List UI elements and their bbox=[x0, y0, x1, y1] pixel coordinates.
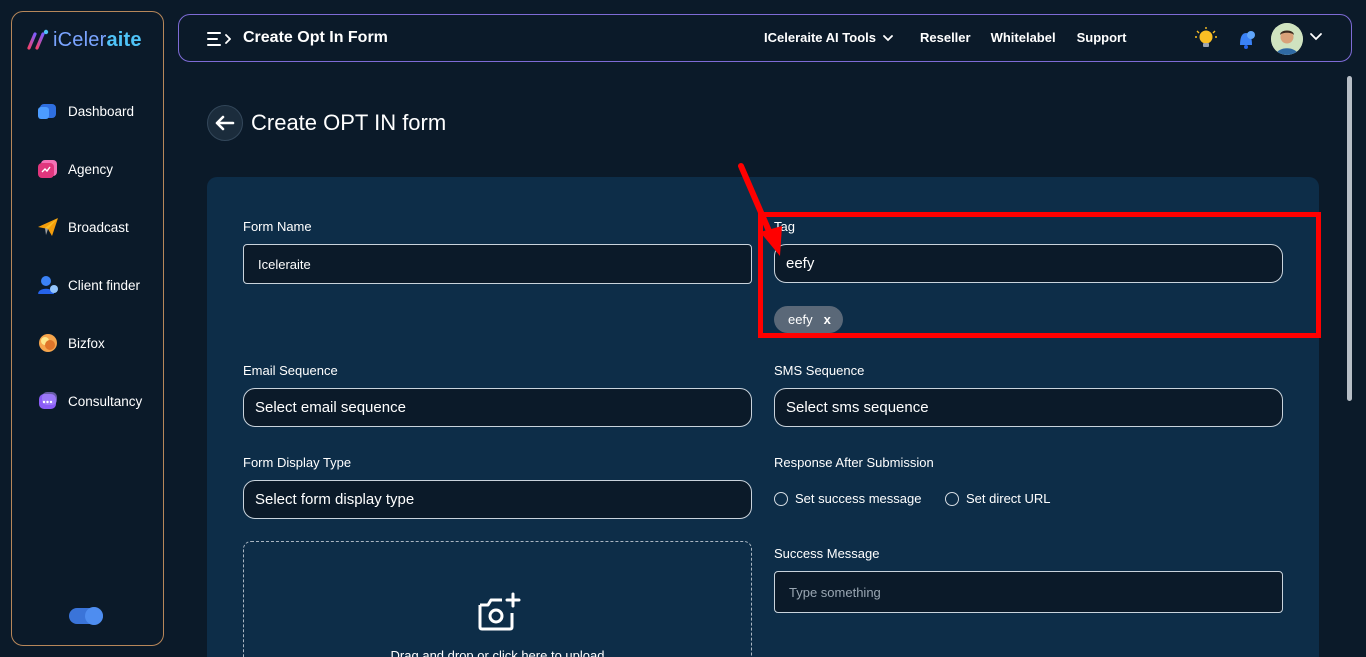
arrow-left-icon bbox=[215, 115, 235, 131]
display-type-select[interactable]: Select form display type bbox=[243, 480, 752, 519]
sidebar-item-client-finder[interactable]: Client finder bbox=[12, 256, 163, 314]
success-message-input[interactable]: Type something bbox=[774, 571, 1283, 613]
display-type-label: Form Display Type bbox=[243, 455, 352, 470]
theme-toggle[interactable] bbox=[69, 607, 103, 625]
form-name-label: Form Name bbox=[243, 219, 312, 234]
bizfox-icon bbox=[39, 334, 57, 352]
user-avatar[interactable] bbox=[1271, 23, 1303, 55]
topbar: Create Opt In Form ICeleraite AI Tools R… bbox=[178, 14, 1352, 62]
radio-direct-url[interactable]: Set direct URL bbox=[945, 491, 1051, 506]
email-sequence-label: Email Sequence bbox=[243, 363, 338, 378]
sms-sequence-label: SMS Sequence bbox=[774, 363, 865, 378]
sidebar-item-agency[interactable]: Agency bbox=[12, 140, 163, 198]
sidebar-item-label: Bizfox bbox=[68, 335, 105, 351]
sidebar-item-label: Consultancy bbox=[68, 393, 143, 409]
radio-label: Set success message bbox=[795, 491, 922, 506]
brand-name-part1: iCeler bbox=[53, 28, 107, 51]
agency-icon bbox=[38, 160, 57, 178]
radio-label: Set direct URL bbox=[966, 491, 1051, 506]
top-nav-label: Support bbox=[1076, 30, 1127, 45]
form-name-input[interactable]: Iceleraite bbox=[243, 244, 752, 284]
page-scrollbar[interactable] bbox=[1347, 76, 1352, 401]
radio-circle[interactable] bbox=[945, 491, 959, 506]
radio-success-message[interactable]: Set success message bbox=[774, 491, 921, 506]
radio-circle[interactable] bbox=[774, 491, 788, 506]
sidebar-item-label: Agency bbox=[68, 161, 114, 177]
page-title: Create OPT IN form bbox=[251, 110, 447, 135]
top-nav-label: Whitelabel bbox=[990, 30, 1056, 45]
sms-sequence-select[interactable]: Select sms sequence bbox=[774, 388, 1283, 427]
logo-icon bbox=[27, 29, 49, 50]
annotation-arrow-icon bbox=[738, 163, 782, 256]
top-nav-ai-tools[interactable]: ICeleraite AI Tools bbox=[764, 30, 894, 45]
email-sequence-select[interactable]: Select email sequence bbox=[243, 388, 752, 427]
app: iCeleraite Dashboard Agency Broadcast Cl… bbox=[0, 0, 1366, 657]
sidebar-item-label: Broadcast bbox=[68, 219, 129, 235]
sidebar-item-broadcast[interactable]: Broadcast bbox=[12, 198, 163, 256]
annotation-highlight-box bbox=[758, 212, 1321, 338]
sidebar-item-label: Dashboard bbox=[68, 103, 135, 119]
sidebar-item-dashboard[interactable]: Dashboard bbox=[12, 82, 163, 140]
brand-logo[interactable]: iCeleraite bbox=[26, 28, 142, 52]
response-label: Response After Submission bbox=[774, 455, 934, 470]
top-nav-label: ICeleraite AI Tools bbox=[764, 30, 876, 45]
avatar-person-icon bbox=[1271, 23, 1303, 55]
menu-collapse-icon[interactable] bbox=[207, 31, 231, 47]
top-nav: ICeleraite AI Tools Reseller Whitelabel … bbox=[764, 30, 1126, 45]
client-finder-icon bbox=[38, 276, 58, 294]
consultancy-icon bbox=[39, 392, 57, 409]
top-nav-whitelabel[interactable]: Whitelabel bbox=[991, 30, 1056, 45]
image-upload-dropzone[interactable]: Drag and drop or click here to upload bbox=[243, 541, 752, 657]
sidebar-nav: Dashboard Agency Broadcast Client finder… bbox=[12, 82, 163, 430]
broadcast-icon bbox=[38, 218, 58, 236]
add-photo-icon bbox=[478, 592, 521, 631]
brand-name: iCeleraite bbox=[53, 29, 142, 52]
topbar-title: Create Opt In Form bbox=[243, 29, 388, 46]
notification-icon[interactable] bbox=[1234, 27, 1258, 51]
success-message-label: Success Message bbox=[774, 546, 880, 561]
sidebar: iCeleraite Dashboard Agency Broadcast Cl… bbox=[11, 11, 164, 646]
back-button[interactable] bbox=[207, 105, 243, 141]
success-message-placeholder: Type something bbox=[789, 584, 881, 600]
sidebar-item-consultancy[interactable]: Consultancy bbox=[12, 372, 163, 430]
toggle-knob bbox=[85, 607, 103, 625]
dashboard-icon bbox=[38, 104, 56, 119]
upload-instruction: Drag and drop or click here to upload bbox=[390, 648, 605, 657]
top-nav-label: Reseller bbox=[919, 30, 971, 45]
chevron-down-icon[interactable] bbox=[1309, 29, 1323, 43]
sidebar-item-label: Client finder bbox=[68, 277, 141, 293]
lightbulb-icon[interactable] bbox=[1195, 27, 1217, 51]
brand-name-part2: aite bbox=[106, 28, 142, 51]
sidebar-item-bizfox[interactable]: Bizfox bbox=[12, 314, 163, 372]
top-nav-reseller[interactable]: Reseller bbox=[920, 30, 971, 45]
chevron-down-icon bbox=[883, 34, 893, 41]
top-nav-support[interactable]: Support bbox=[1077, 30, 1127, 45]
